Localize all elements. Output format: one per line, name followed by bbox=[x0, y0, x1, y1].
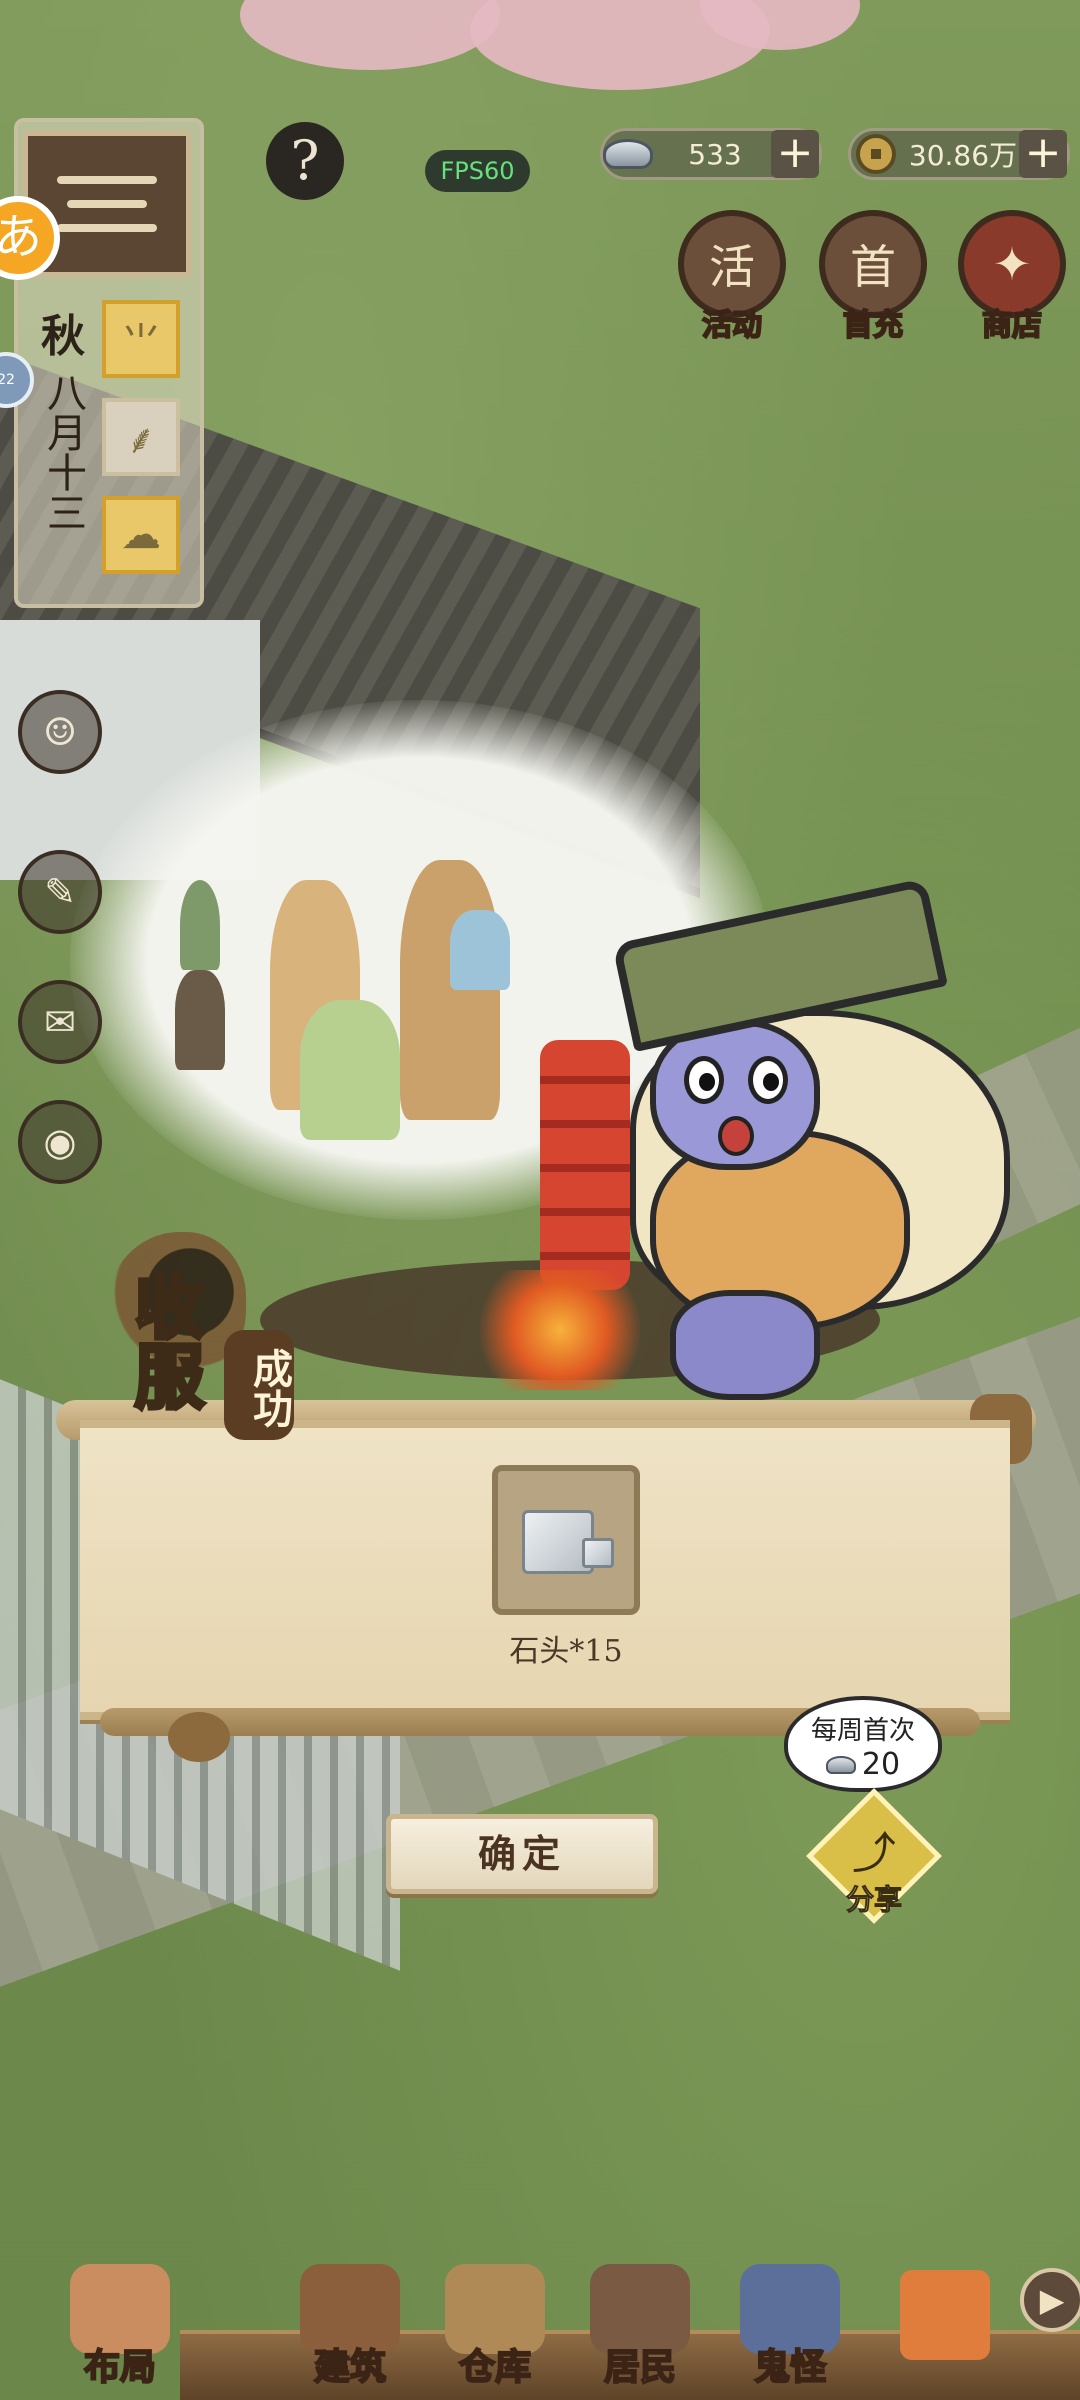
nav-residents[interactable]: 居民 bbox=[565, 2240, 715, 2400]
explosion-spark bbox=[460, 1270, 660, 1390]
rice-seedling-icon[interactable]: ⺌ bbox=[102, 300, 180, 378]
event-button[interactable]: 活 活动 bbox=[672, 210, 792, 344]
weekly-share-bubble: 每周首次 20 bbox=[784, 1696, 942, 1792]
bubble-reward-value: 20 bbox=[861, 1747, 901, 1782]
child-figure bbox=[300, 1000, 400, 1140]
share-label: 分享 bbox=[845, 1883, 902, 1917]
share-icon: ⤴ bbox=[852, 1828, 896, 1879]
add-copper-button[interactable]: + bbox=[1019, 130, 1067, 178]
villager-portrait-icon[interactable]: ☺ bbox=[18, 690, 102, 774]
lunar-date: 八月十三 bbox=[40, 372, 86, 532]
family-memory-illustration bbox=[150, 800, 570, 1160]
subdue-title: 收服 bbox=[121, 1268, 208, 1412]
lantern-icon bbox=[900, 2270, 990, 2360]
copper-currency: 30.86万 + bbox=[848, 128, 1070, 180]
event-label: 活动 bbox=[701, 307, 763, 344]
ghost-eye bbox=[684, 1056, 724, 1104]
fps-counter: FPS60 bbox=[425, 150, 530, 192]
season-label: 秋 bbox=[41, 311, 85, 362]
wheat-icon[interactable]: ⸙ bbox=[102, 398, 180, 476]
ghost-character bbox=[460, 877, 1040, 1410]
menu-line bbox=[67, 200, 147, 208]
menu-line bbox=[57, 224, 157, 232]
ghost-mouth bbox=[718, 1116, 754, 1156]
success-seal: 成功 bbox=[224, 1330, 294, 1440]
nav-ghosts-label: 鬼怪 bbox=[753, 2345, 827, 2389]
father-figure bbox=[400, 860, 500, 1120]
reward-item-slot[interactable] bbox=[492, 1465, 640, 1615]
notes-icon[interactable]: ✎ bbox=[18, 850, 102, 934]
camera-icon[interactable]: ◉ bbox=[18, 1100, 102, 1184]
ghost-leg bbox=[670, 1290, 820, 1400]
copper-coin-icon bbox=[845, 132, 907, 176]
nav-warehouse-label: 仓库 bbox=[458, 2345, 532, 2389]
stone-icon bbox=[516, 1500, 616, 1580]
nav-layout[interactable]: 布局 bbox=[45, 2240, 195, 2400]
date-display: 秋 八月十三 bbox=[28, 300, 98, 532]
bubble-title: 每周首次 bbox=[810, 1716, 915, 1746]
silver-ingot-icon bbox=[597, 132, 659, 176]
shop-label: 商店 bbox=[981, 307, 1043, 344]
baby-figure bbox=[450, 910, 510, 990]
silver-ingot-icon bbox=[825, 1755, 856, 1774]
bottom-navigation: 布局 建筑 仓库 居民 鬼怪 bbox=[0, 2240, 1080, 2400]
nav-layout-label: 布局 bbox=[83, 2345, 157, 2389]
map-icon[interactable]: ✉ bbox=[18, 980, 102, 1064]
nav-residents-label: 居民 bbox=[603, 2345, 677, 2389]
scroll-knob bbox=[168, 1712, 230, 1762]
nav-building[interactable]: 建筑 bbox=[275, 2240, 425, 2400]
confirm-button[interactable]: 确定 bbox=[386, 1814, 658, 1894]
add-silver-button[interactable]: + bbox=[771, 130, 819, 178]
cloud-icon[interactable]: ☁ bbox=[102, 496, 180, 574]
copper-amount: 30.86万 bbox=[908, 139, 1018, 172]
menu-line bbox=[57, 176, 157, 184]
reward-label: 石头*15 bbox=[509, 1634, 623, 1669]
nav-warehouse[interactable]: 仓库 bbox=[420, 2240, 570, 2400]
silver-currency: 533 + bbox=[600, 128, 822, 180]
plant-pot bbox=[180, 880, 220, 970]
expand-arrow-icon[interactable]: ▶ bbox=[1020, 2268, 1080, 2332]
silver-amount: 533 bbox=[688, 137, 742, 171]
side-table bbox=[175, 970, 225, 1070]
weather-column: ⺌ ⸙ ☁ bbox=[102, 300, 180, 574]
shop-button[interactable]: ✦ 商店 bbox=[952, 210, 1072, 344]
help-icon[interactable]: ? bbox=[266, 122, 344, 200]
first-recharge-label: 首充 bbox=[842, 307, 904, 344]
first-recharge-button[interactable]: 首 首充 bbox=[813, 210, 933, 344]
nav-building-label: 建筑 bbox=[313, 2345, 387, 2389]
firecracker-icon bbox=[540, 1040, 630, 1290]
nav-ghosts[interactable]: 鬼怪 bbox=[715, 2240, 865, 2400]
subdue-success-banner: 收服 成功 bbox=[96, 1232, 296, 1450]
ghost-eye bbox=[748, 1056, 788, 1104]
